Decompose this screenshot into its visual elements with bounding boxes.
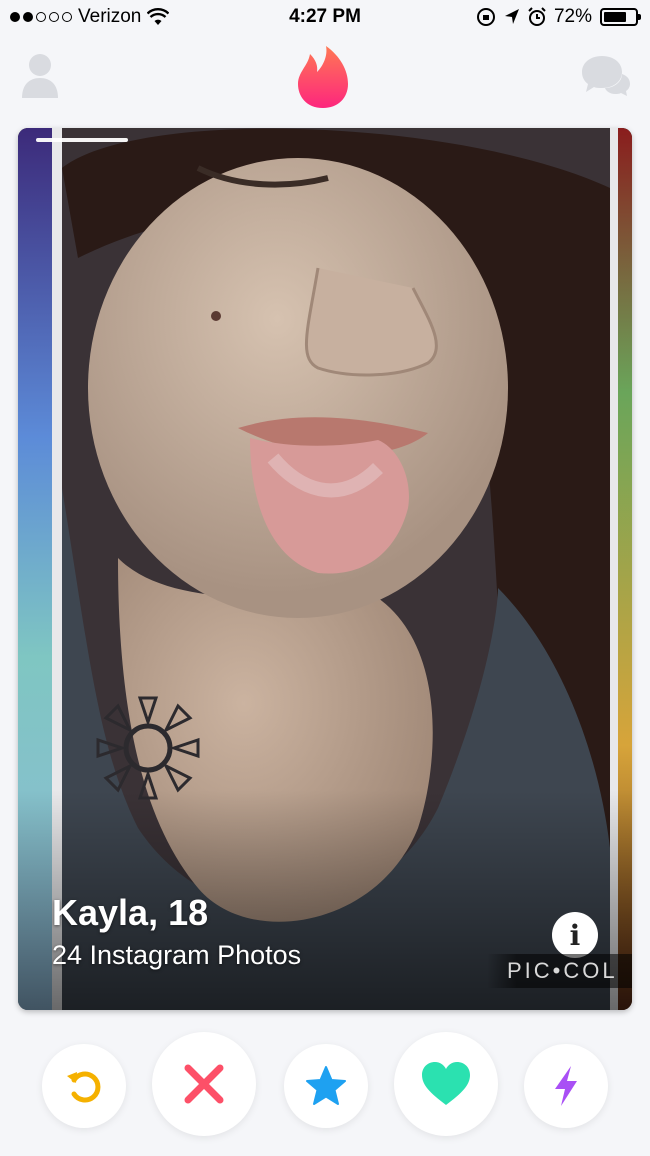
top-nav [0, 36, 650, 126]
chat-bubbles-icon[interactable] [580, 54, 632, 98]
rewind-button[interactable] [42, 1044, 126, 1128]
star-icon [306, 1066, 346, 1105]
lightning-icon [555, 1066, 577, 1106]
person-icon[interactable] [20, 50, 60, 100]
boost-button[interactable] [524, 1044, 608, 1128]
alarm-icon [528, 7, 546, 26]
profile-name-age: Kayla, 18 [52, 892, 209, 933]
heart-icon [422, 1062, 470, 1105]
flame-icon[interactable] [296, 44, 350, 110]
orientation-lock-icon [476, 8, 495, 26]
status-bar: Verizon 4:27 PM 72% [0, 0, 650, 36]
profile-subtitle: 24 Instagram Photos [52, 940, 302, 970]
location-icon [504, 9, 519, 24]
battery-percent: 72% [553, 6, 592, 27]
battery-icon [600, 8, 641, 26]
watermark: PIC•COL [487, 954, 632, 988]
battery-level [604, 12, 626, 22]
x-icon [184, 1064, 224, 1104]
nope-button[interactable] [152, 1032, 256, 1136]
like-button[interactable] [394, 1032, 498, 1136]
status-right: 72% [476, 6, 641, 28]
rewind-icon [67, 1071, 101, 1103]
super-like-button[interactable] [284, 1044, 368, 1128]
photo-indicator [36, 138, 128, 142]
info-button[interactable]: i [552, 912, 598, 958]
profile-card[interactable]: Kayla, 18 24 Instagram Photos i PIC•COL [18, 128, 632, 1010]
